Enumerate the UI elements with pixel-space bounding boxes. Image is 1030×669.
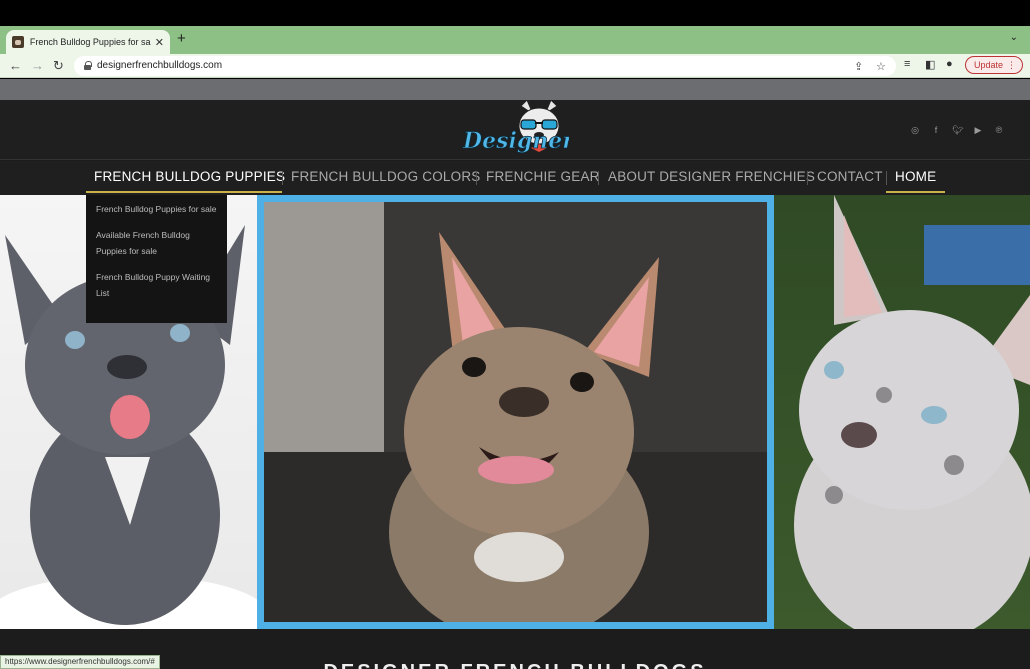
nav-separator: [282, 171, 283, 185]
status-bar-url: https://www.designerfrenchbulldogs.com/#: [0, 655, 160, 669]
address-bar[interactable]: designerfrenchbulldogs.com ⇪ ☆: [74, 56, 896, 76]
dropdown-item-puppies-for-sale[interactable]: French Bulldog Puppies for sale: [96, 201, 217, 217]
nav-about-designer-frenchies[interactable]: ABOUT DESIGNER FRENCHIES: [608, 169, 815, 184]
browser-toolbar: ← → ↻ designerfrenchbulldogs.com ⇪ ☆: [0, 54, 1030, 78]
instagram-icon[interactable]: ◎: [910, 125, 920, 135]
more-menu-icon[interactable]: ⋮: [1007, 57, 1016, 73]
nav-french-bulldog-colors[interactable]: FRENCH BULLDOG COLORS: [291, 169, 480, 184]
dropdown-item-waiting-list[interactable]: French Bulldog Puppy Waiting List: [96, 269, 217, 301]
tab-search-chevron-icon[interactable]: ⌄: [1010, 32, 1018, 43]
back-arrow-icon[interactable]: ←: [9, 57, 22, 74]
lock-icon[interactable]: [84, 61, 92, 70]
dropdown-item-available-puppies[interactable]: Available French Bulldog Puppies for sal…: [96, 227, 217, 259]
screen-top-bar: [0, 0, 1030, 26]
nav-home[interactable]: HOME: [895, 169, 936, 184]
site-favicon-icon: [12, 36, 24, 48]
update-button[interactable]: Update ⋮: [965, 56, 1023, 74]
social-links: ◎ f 🐦︎ ▶ ℗: [910, 125, 1004, 135]
merle-puppy-photo[interactable]: [257, 195, 774, 629]
tab-title: French Bulldog Puppies for sale: [29, 37, 151, 47]
logo-text: Designer: [462, 128, 569, 154]
puppies-dropdown-menu: French Bulldog Puppies for sale Availabl…: [86, 195, 227, 323]
site-header: Designer ◎ f 🐦︎ ▶ ℗: [0, 100, 1030, 160]
close-tab-icon[interactable]: ✕: [155, 36, 164, 49]
designer-frenchies-logo[interactable]: Designer: [461, 100, 569, 160]
reload-icon[interactable]: ↻: [53, 57, 64, 74]
browser-tab-strip: French Bulldog Puppies for sale ✕: [0, 26, 1030, 54]
nav-separator: [886, 171, 887, 185]
forward-arrow-icon[interactable]: →: [31, 57, 44, 74]
nav-french-bulldog-puppies[interactable]: FRENCH BULLDOG PUPPIES: [94, 169, 285, 184]
browser-tab[interactable]: French Bulldog Puppies for sale ✕: [6, 30, 170, 54]
share-icon[interactable]: ⇪: [854, 60, 863, 73]
pinterest-icon[interactable]: ℗: [994, 125, 1004, 135]
main-nav: FRENCH BULLDOG PUPPIES FRENCH BULLDOG CO…: [0, 161, 1030, 195]
address-url[interactable]: designerfrenchbulldogs.com: [97, 60, 222, 71]
website: Designer ◎ f 🐦︎ ▶ ℗ FRENCH BULLDOG PUPPI…: [0, 79, 1030, 669]
nav-active-underline: [86, 191, 282, 193]
youtube-icon[interactable]: ▶: [973, 125, 983, 135]
nav-separator: [598, 171, 599, 185]
side-panel-icon[interactable]: ◧: [925, 58, 935, 71]
nav-separator: [476, 171, 477, 185]
nav-home-underline: [886, 191, 945, 193]
nav-frenchie-gear[interactable]: FRENCHIE GEAR: [486, 169, 600, 184]
facebook-icon[interactable]: f: [931, 125, 941, 135]
twitter-icon[interactable]: 🐦︎: [952, 125, 963, 135]
bookmark-star-icon[interactable]: ☆: [876, 60, 886, 73]
nav-separator: [807, 171, 808, 185]
site-top-band: [0, 79, 1030, 100]
new-tab-button[interactable]: +: [177, 30, 186, 48]
nav-contact[interactable]: CONTACT: [817, 169, 883, 184]
profile-avatar-icon[interactable]: ●: [946, 58, 953, 70]
update-label: Update: [974, 60, 1004, 70]
reading-list-icon[interactable]: ≡: [904, 58, 910, 70]
lilac-merle-puppy-photo[interactable]: [774, 195, 1030, 629]
